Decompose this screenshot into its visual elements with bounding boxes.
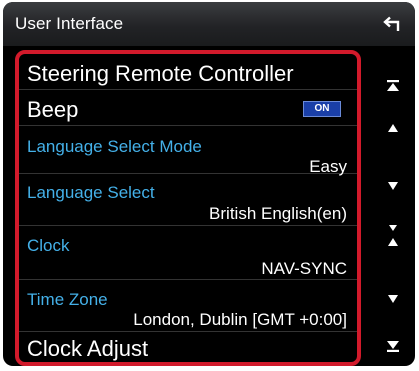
list-item-beep[interactable]: Beep ON — [19, 90, 357, 126]
list-item-language-select[interactable]: Language Select British English(en) — [19, 174, 357, 226]
back-button[interactable] — [375, 8, 409, 40]
screen-frame: User Interface Steering Remote Controlle… — [3, 2, 415, 366]
page-down-button-upper[interactable] — [378, 172, 408, 200]
language-select-label: Language Select — [27, 183, 155, 202]
clock-value: NAV-SYNC — [261, 259, 347, 278]
list-item-clock-adjust[interactable]: Clock Adjust — [19, 332, 357, 362]
clock-adjust-label: Clock Adjust — [27, 336, 149, 361]
page-down-icon — [388, 295, 398, 303]
header-bar: User Interface — [3, 2, 415, 46]
steering-remote-label: Steering Remote Controller — [27, 61, 294, 86]
list-item-clock[interactable]: Clock NAV-SYNC — [19, 226, 357, 280]
page-down-icon — [388, 182, 398, 190]
scroll-to-bottom-icon — [387, 341, 399, 352]
language-select-value: British English(en) — [209, 204, 347, 223]
clock-label: Clock — [27, 236, 70, 255]
page-up-icon — [388, 238, 398, 246]
time-zone-label: Time Zone — [27, 290, 108, 309]
list-item-time-zone[interactable]: Time Zone London, Dublin [GMT +0:00] — [19, 280, 357, 332]
page-up-button-lower[interactable] — [378, 228, 408, 256]
page-up-button[interactable] — [378, 114, 408, 142]
page-down-button-lower[interactable] — [378, 285, 408, 313]
page-up-icon — [388, 124, 398, 132]
settings-list: Steering Remote Controller Beep ON Langu… — [15, 50, 361, 366]
page-title: User Interface — [15, 14, 124, 33]
time-zone-value: London, Dublin [GMT +0:00] — [133, 310, 347, 329]
scroll-to-top-icon — [387, 80, 399, 91]
beep-label: Beep — [27, 97, 79, 122]
scroll-to-top-button[interactable] — [378, 72, 408, 100]
back-arrow-icon — [383, 16, 400, 31]
list-item-steering-remote[interactable]: Steering Remote Controller — [19, 58, 357, 90]
beep-toggle[interactable]: ON — [303, 101, 341, 117]
list-item-language-select-mode[interactable]: Language Select Mode Easy — [19, 126, 357, 176]
language-select-mode-label: Language Select Mode — [27, 137, 202, 156]
scroll-to-bottom-button[interactable] — [378, 332, 408, 360]
